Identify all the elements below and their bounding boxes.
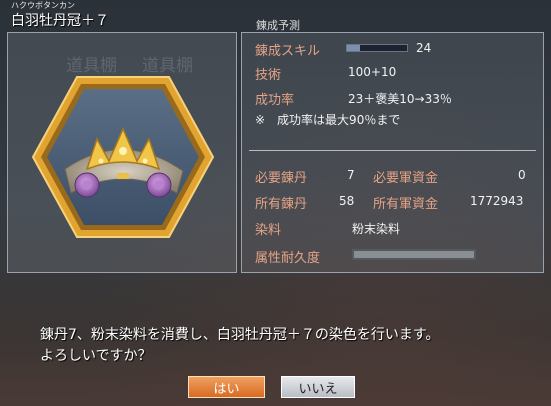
dye-label: 染料 bbox=[255, 223, 282, 238]
owned-funds-label: 所有軍資金 bbox=[373, 197, 439, 212]
item-image-panel: 道具棚 道具棚 bbox=[7, 32, 237, 273]
owned-funds-value: 1772943 bbox=[470, 194, 524, 208]
success-rate-value: 23＋褒美10→33％ bbox=[348, 92, 452, 106]
skill-progress-bar bbox=[346, 44, 408, 52]
required-pill-value: 7 bbox=[347, 168, 355, 182]
success-rate-note: ※ 成功率は最大90％まで bbox=[255, 113, 401, 127]
no-button[interactable]: いいえ bbox=[281, 376, 355, 398]
owned-pill-label: 所有錬丹 bbox=[255, 197, 308, 212]
required-funds-value: 0 bbox=[518, 168, 526, 182]
confirm-message-line1: 錬丹7、粉末染料を消費し、白羽牡丹冠＋７の染色を行います。 bbox=[40, 327, 440, 343]
tech-value: 100+10 bbox=[348, 65, 397, 79]
confirm-message-line2: よろしいですか？ bbox=[40, 348, 152, 364]
skill-value: 24 bbox=[416, 41, 432, 55]
required-funds-label: 必要軍資金 bbox=[373, 171, 439, 186]
yes-button[interactable]: はい bbox=[188, 376, 265, 398]
tech-label: 技術 bbox=[255, 68, 282, 83]
section-title: 錬成予測 bbox=[256, 19, 300, 32]
owned-pill-value: 58 bbox=[339, 194, 355, 208]
durability-label: 属性耐久度 bbox=[255, 251, 321, 266]
dye-value: 粉末染料 bbox=[352, 222, 401, 236]
skill-progress-fill bbox=[347, 45, 361, 51]
required-pill-label: 必要錬丹 bbox=[255, 171, 308, 186]
crown-icon bbox=[31, 76, 215, 238]
item-title: 白羽牡丹冠＋７ bbox=[11, 13, 109, 29]
section-divider bbox=[249, 150, 536, 151]
item-crown-image bbox=[31, 73, 215, 241]
success-rate-label: 成功率 bbox=[255, 93, 295, 108]
skill-label: 錬成スキル bbox=[255, 44, 321, 59]
durability-bar bbox=[352, 249, 476, 260]
